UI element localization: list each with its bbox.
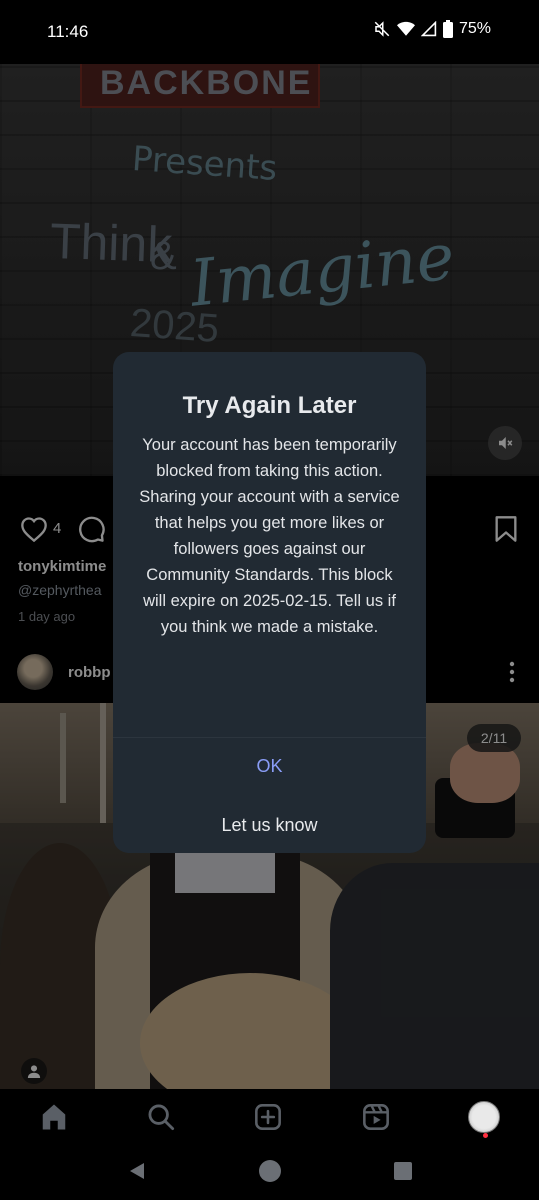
search-icon[interactable] [144, 1100, 178, 1134]
dialog-message: Your account has been temporarily blocke… [139, 436, 400, 636]
dialog-title: Try Again Later [182, 392, 357, 419]
block-dialog: Try Again Later Your account has been te… [113, 352, 426, 853]
home-icon[interactable] [37, 1100, 71, 1134]
wifi-icon [396, 21, 415, 37]
back-icon[interactable] [124, 1158, 150, 1184]
status-icons: 75% [373, 20, 491, 38]
ok-button[interactable]: OK [113, 738, 426, 794]
home-button-icon[interactable] [257, 1158, 283, 1184]
create-icon[interactable] [251, 1100, 285, 1134]
profile-avatar[interactable] [467, 1100, 501, 1134]
let-us-know-button[interactable]: Let us know [113, 797, 426, 853]
battery-percent: 75% [458, 20, 491, 37]
status-time: 11:46 [47, 22, 89, 41]
signal-icon [420, 21, 437, 37]
reels-icon[interactable] [359, 1100, 393, 1134]
recents-icon[interactable] [390, 1158, 416, 1184]
mute-icon [373, 20, 391, 38]
battery-icon [442, 20, 453, 38]
notification-dot [483, 1133, 488, 1138]
